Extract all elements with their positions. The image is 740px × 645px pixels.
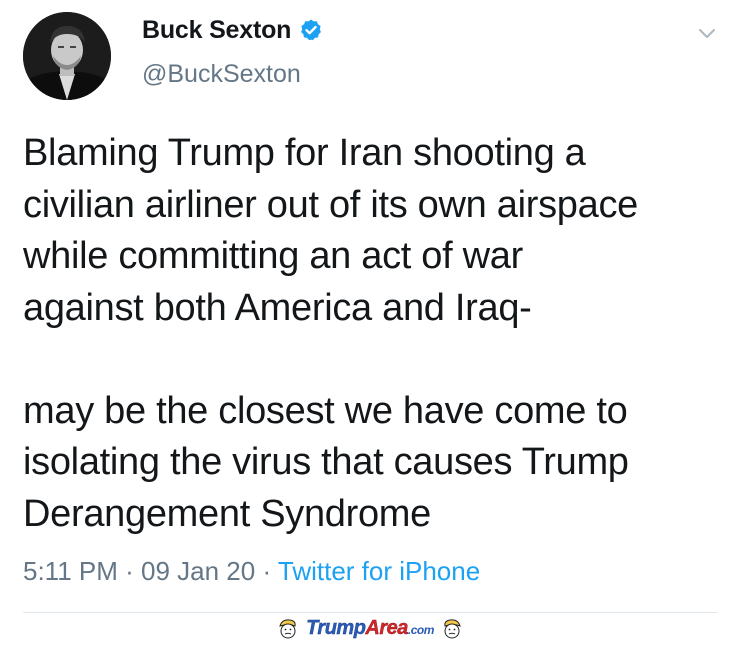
meta-separator: · xyxy=(255,556,278,586)
watermark-part1: Trump xyxy=(306,616,366,639)
watermark-face-icon xyxy=(276,616,300,640)
author-handle[interactable]: @BuckSexton xyxy=(142,60,301,89)
watermark-logo-text: TrumpArea.com xyxy=(306,616,435,640)
watermark-face-icon xyxy=(440,616,464,640)
tweet-source-link[interactable]: Twitter for iPhone xyxy=(278,556,480,586)
watermark-part2: Area xyxy=(365,616,408,639)
tweet-paragraph: may be the closest we have come to isola… xyxy=(23,389,629,535)
author-name[interactable]: Buck Sexton xyxy=(142,16,291,45)
meta-separator: · xyxy=(117,556,142,586)
tweet-card: Buck Sexton @BuckSexton Blaming Trump fo… xyxy=(0,0,740,641)
divider xyxy=(23,612,717,613)
watermark: TrumpArea.com xyxy=(0,615,740,641)
verified-badge-icon xyxy=(299,18,323,42)
avatar[interactable] xyxy=(23,12,111,100)
tweet-text: Blaming Trump for Iran shooting a civili… xyxy=(23,128,723,540)
chevron-down-icon[interactable] xyxy=(696,22,718,44)
watermark-part3: .com xyxy=(407,622,435,637)
tweet-meta: 5:11 PM · 09 Jan 20 · Twitter for iPhone xyxy=(23,556,480,587)
tweet-time[interactable]: 5:11 PM xyxy=(23,556,118,586)
tweet-paragraph: Blaming Trump for Iran shooting a civili… xyxy=(23,132,638,329)
tweet-date[interactable]: 09 Jan 20 xyxy=(141,556,255,586)
author-name-row: Buck Sexton xyxy=(142,14,323,46)
